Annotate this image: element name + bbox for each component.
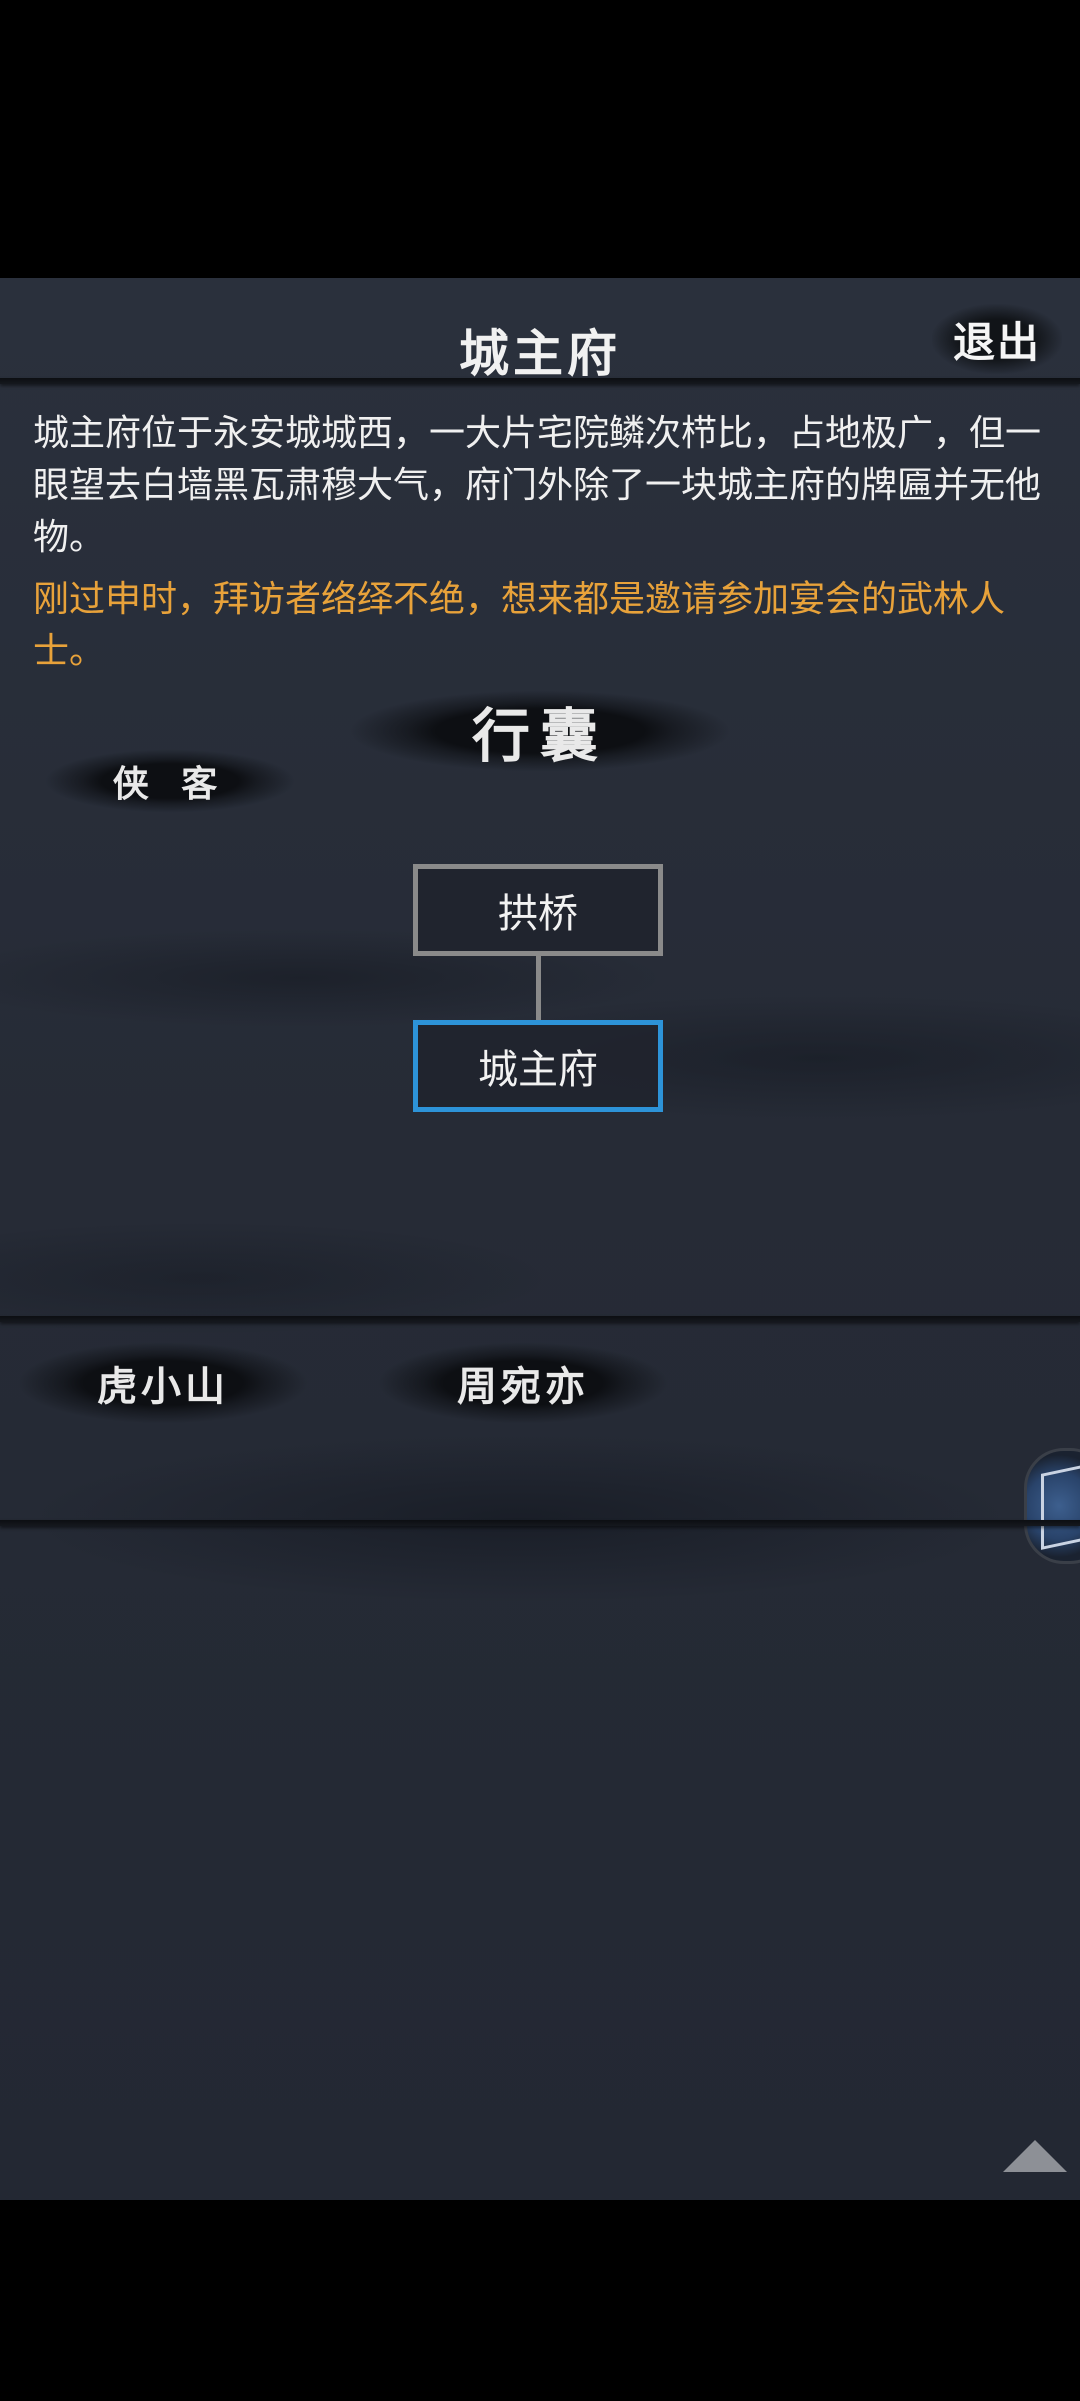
- location-description: 城主府位于永安城城西，一大片宅院鳞次栉比，占地极广，但一眼望去白墙黑瓦肃穆大气，…: [33, 413, 1042, 558]
- bag-button[interactable]: 行囊: [350, 686, 730, 776]
- hero-button[interactable]: 侠 客: [45, 746, 295, 816]
- map-connector: [536, 956, 541, 1020]
- map-node-current[interactable]: 城主府: [413, 1020, 663, 1112]
- blue-book-icon[interactable]: [1024, 1448, 1080, 1564]
- map-node-bridge[interactable]: 拱桥: [413, 864, 663, 956]
- book-frame: [1041, 1464, 1080, 1550]
- page-title: 城主府: [459, 324, 621, 383]
- event-description: 刚过申时，拜访者络绎不绝，想来都是邀请参加宴会的武林人士。: [33, 579, 1006, 672]
- exit-button[interactable]: 退出: [932, 304, 1062, 374]
- screen: 城主府 退出 城主府位于永安城城西，一大片宅院鳞次栉比，占地极广，但一眼望去白墙…: [0, 0, 1080, 2401]
- divider-middle: [0, 1316, 1080, 1322]
- divider-bottom: [0, 1520, 1080, 1526]
- triangle-up-icon[interactable]: [1003, 2140, 1067, 2172]
- game-panel: 城主府 退出 城主府位于永安城城西，一大片宅院鳞次栉比，占地极广，但一眼望去白墙…: [0, 278, 1080, 2200]
- divider-top: [0, 378, 1080, 384]
- npc-button[interactable]: 虎小山: [18, 1338, 308, 1428]
- npc-button[interactable]: 周宛亦: [378, 1338, 668, 1428]
